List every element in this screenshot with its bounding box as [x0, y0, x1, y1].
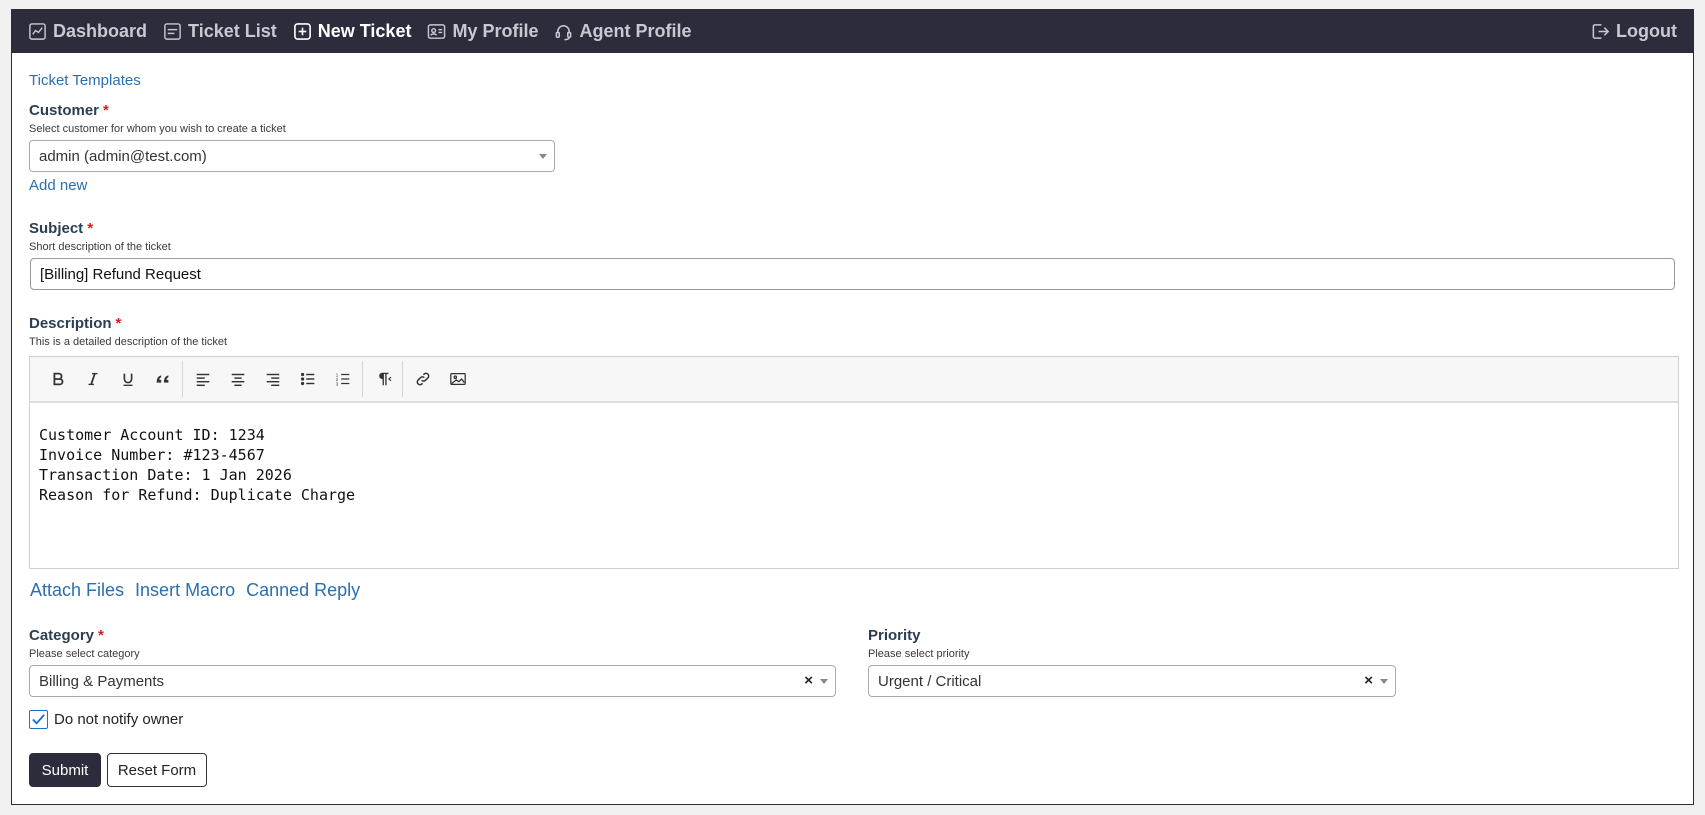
chevron-down-icon: [1380, 679, 1388, 684]
underline-icon: [123, 373, 132, 386]
required-mark: *: [87, 220, 94, 237]
numbered-list-button[interactable]: 123: [325, 364, 360, 394]
category-label-group: Category *: [29, 627, 104, 645]
toolbar-divider: [182, 361, 183, 397]
toolbar-divider: [362, 361, 363, 397]
bold-icon: [53, 372, 63, 386]
required-mark: *: [98, 627, 104, 644]
description-editor-content[interactable]: Customer Account ID: 1234 Invoice Number…: [30, 403, 1678, 527]
align-right-button[interactable]: [255, 364, 290, 394]
chart-line-icon: [29, 23, 46, 40]
subject-label: Subject *: [29, 220, 94, 237]
required-mark: *: [103, 102, 109, 119]
align-center-button[interactable]: [220, 364, 255, 394]
priority-hint: Please select priority: [868, 648, 970, 660]
subject-hint: Short description of the ticket: [29, 241, 171, 253]
nav-my-profile[interactable]: My Profile: [427, 21, 538, 42]
nav-label: Agent Profile: [579, 21, 692, 41]
align-left-button[interactable]: [185, 364, 220, 394]
editor-actions: Attach Files Insert Macro Canned Reply: [30, 580, 360, 601]
nav-label: Ticket List: [188, 21, 277, 41]
headset-icon: [556, 25, 572, 41]
bold-button[interactable]: [40, 364, 75, 394]
clear-icon[interactable]: ×: [804, 672, 813, 689]
notify-owner-label: Do not notify owner: [54, 711, 184, 728]
paragraph-icon: [378, 372, 391, 386]
description-line: Transaction Date: 1 Jan 2026: [39, 466, 292, 484]
description-line: Reason for Refund: Duplicate Charge: [39, 486, 356, 504]
logout-icon: [1592, 24, 1610, 39]
insert-image-button[interactable]: [440, 364, 475, 394]
priority-select-value: Urgent / Critical: [878, 673, 982, 690]
attach-files-link[interactable]: Attach Files: [30, 580, 124, 601]
customer-select[interactable]: admin (admin@test.com): [29, 140, 555, 172]
logout-label: Logout: [1616, 21, 1677, 41]
underline-button[interactable]: [110, 364, 145, 394]
app-frame: Dashboard Ticket List New Ticket My Prof…: [11, 9, 1694, 805]
numbered-list-icon: 123: [335, 372, 349, 386]
add-new-customer-link[interactable]: Add new: [29, 177, 87, 194]
align-center-icon: [231, 373, 244, 387]
canned-reply-link[interactable]: Canned Reply: [246, 580, 360, 601]
description-editor: 123 Customer Account ID: 1234 Invoice Nu…: [29, 356, 1679, 569]
subject-input[interactable]: [Billing] Refund Request: [30, 258, 1675, 290]
submit-button[interactable]: Submit: [29, 753, 101, 787]
category-hint: Please select category: [29, 648, 140, 660]
nav-dashboard[interactable]: Dashboard: [28, 21, 147, 42]
description-line: Customer Account ID: 1234: [39, 426, 265, 444]
subject-label-group: Subject *: [29, 220, 93, 238]
description-label: Description *: [29, 315, 122, 332]
nav-label: New Ticket: [317, 21, 412, 41]
clear-icon[interactable]: ×: [1364, 672, 1373, 689]
description-line: Invoice Number: #123-4567: [39, 446, 265, 464]
italic-icon: [88, 372, 97, 386]
svg-text:3: 3: [335, 381, 338, 386]
notify-owner-row: Do not notify owner: [29, 710, 183, 729]
notify-owner-checkbox[interactable]: [29, 710, 48, 729]
bullet-list-icon: [300, 372, 314, 386]
reset-form-button[interactable]: Reset Form: [107, 753, 207, 787]
customer-label: Customer *: [29, 102, 109, 119]
blockquote-button[interactable]: [145, 364, 180, 394]
description-hint: This is a detailed description of the ti…: [29, 336, 228, 348]
priority-label: Priority: [868, 627, 921, 644]
category-select[interactable]: Billing & Payments ×: [29, 665, 836, 697]
align-left-icon: [196, 373, 209, 387]
align-right-icon: [266, 373, 279, 387]
ticket-templates-link[interactable]: Ticket Templates: [29, 72, 141, 89]
customer-hint: Select customer for whom you wish to cre…: [29, 123, 286, 135]
priority-select[interactable]: Urgent / Critical ×: [868, 665, 1396, 697]
description-label-group: Description *: [29, 315, 121, 333]
nav-new-ticket[interactable]: New Ticket: [293, 21, 412, 42]
nav-ticket-list[interactable]: Ticket List: [163, 21, 277, 42]
insert-macro-link[interactable]: Insert Macro: [135, 580, 235, 601]
nav-label: My Profile: [452, 21, 539, 41]
editor-toolbar: 123: [30, 357, 1678, 403]
customer-label-group: Customer *: [29, 102, 109, 120]
nav-label: Dashboard: [53, 21, 148, 41]
chevron-down-icon: [820, 679, 828, 684]
required-mark: *: [115, 315, 122, 332]
list-icon: [164, 23, 181, 40]
id-card-icon: [428, 24, 446, 39]
nav-agent-profile[interactable]: Agent Profile: [554, 21, 692, 42]
category-select-value: Billing & Payments: [39, 673, 165, 690]
italic-button[interactable]: [75, 364, 110, 394]
chevron-down-icon: [539, 154, 547, 159]
top-navbar: Dashboard Ticket List New Ticket My Prof…: [12, 10, 1693, 53]
category-label: Category *: [29, 627, 104, 644]
image-icon: [449, 372, 466, 386]
logout-button[interactable]: Logout: [1591, 21, 1677, 42]
insert-link-button[interactable]: [405, 364, 440, 394]
plus-square-icon: [293, 23, 311, 40]
customer-select-value: admin (admin@test.com): [39, 148, 207, 165]
bullet-list-button[interactable]: [290, 364, 325, 394]
checkmark-icon: [32, 714, 45, 725]
toolbar-divider: [402, 361, 403, 397]
link-icon: [416, 372, 429, 386]
priority-label-group: Priority: [868, 627, 921, 645]
quote-icon: [156, 375, 168, 383]
paragraph-direction-button[interactable]: [365, 364, 400, 394]
